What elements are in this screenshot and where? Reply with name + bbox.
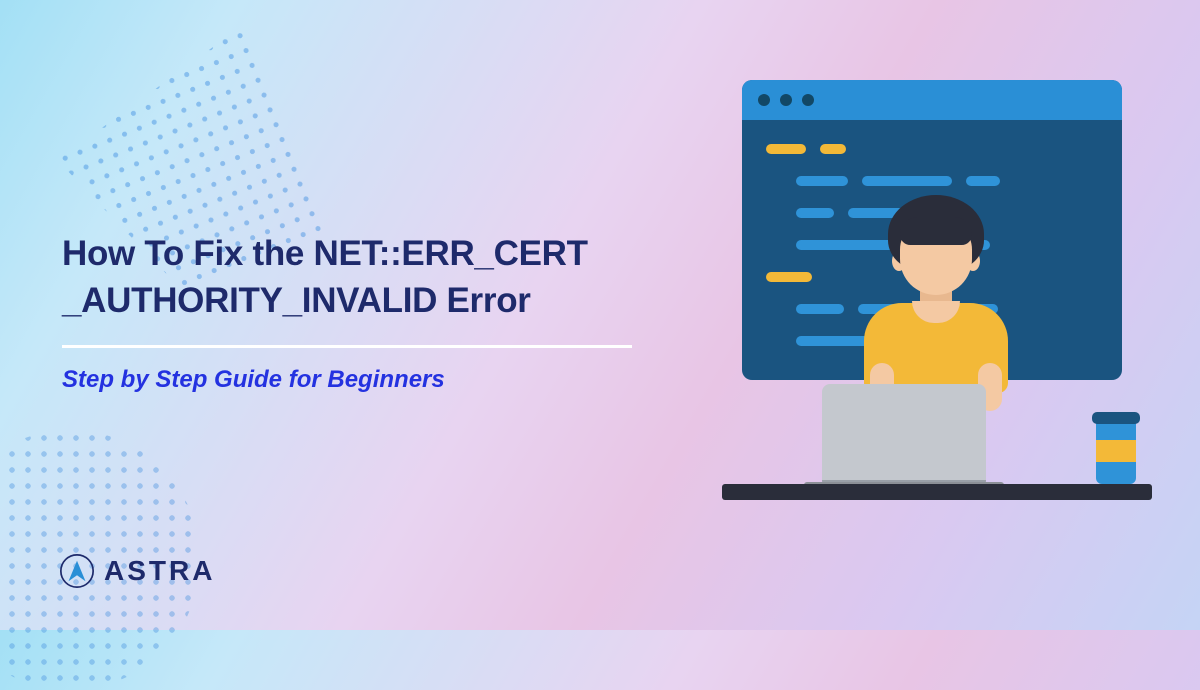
title-line-2: _AUTHORITY_INVALID Error xyxy=(62,281,531,320)
laptop-icon xyxy=(804,384,1004,496)
brand-logo: ASTRA xyxy=(60,554,215,588)
divider-line xyxy=(62,345,632,348)
hero-text: How To Fix the NET::ERR_CERT _AUTHORITY_… xyxy=(62,230,712,394)
window-control-icon xyxy=(802,94,814,106)
developer-illustration xyxy=(722,80,1142,500)
desk-surface xyxy=(722,484,1152,500)
subtitle: Step by Step Guide for Beginners xyxy=(62,366,712,394)
window-titlebar xyxy=(742,80,1122,120)
title-line-1: How To Fix the NET::ERR_CERT xyxy=(62,234,588,273)
window-control-icon xyxy=(758,94,770,106)
brand-name: ASTRA xyxy=(104,555,215,587)
coffee-cup-icon xyxy=(1090,404,1142,484)
astra-icon xyxy=(60,554,94,588)
page-title: How To Fix the NET::ERR_CERT _AUTHORITY_… xyxy=(62,230,712,325)
window-control-icon xyxy=(780,94,792,106)
